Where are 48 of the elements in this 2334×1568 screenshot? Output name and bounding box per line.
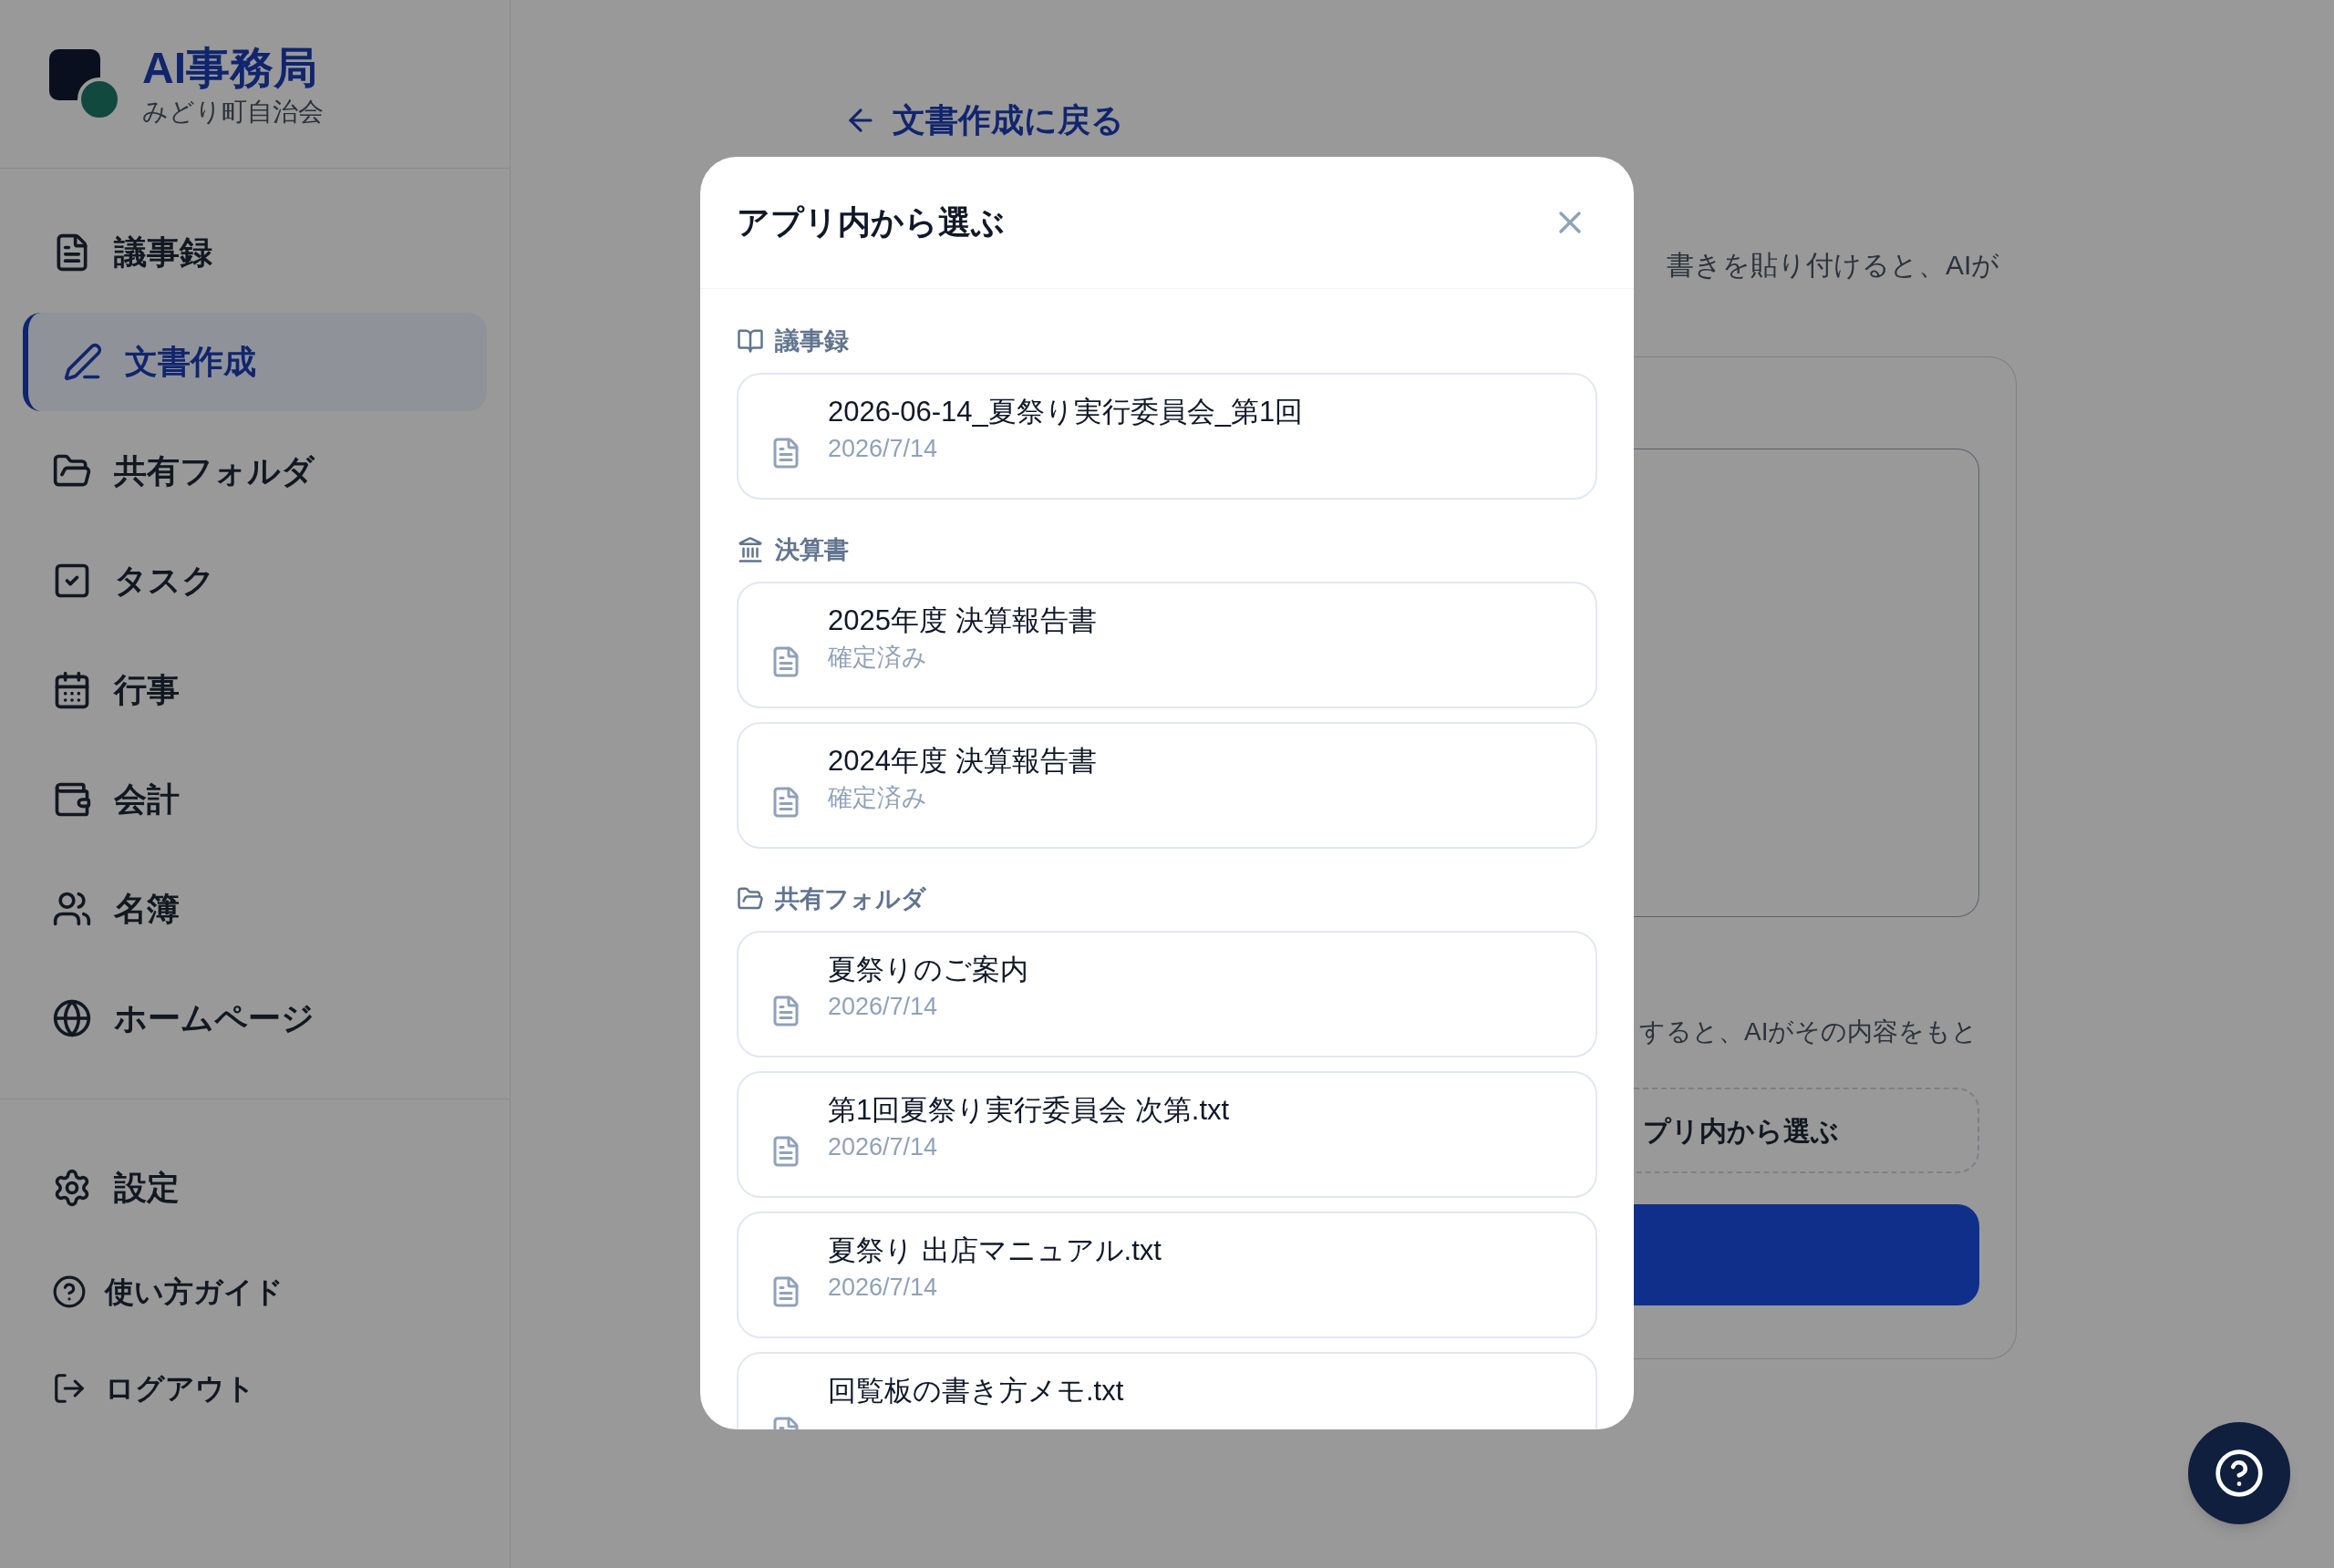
section-heading: 共有フォルダ [775, 883, 926, 914]
document-date: 2026/7/14 [828, 991, 939, 1022]
globe-icon [52, 998, 92, 1038]
sidebar-footer-item[interactable]: ログアウト [23, 1346, 487, 1431]
nav-item[interactable]: 行事 [23, 641, 487, 739]
upload-text: すると、AIがその内容をもと [1638, 1016, 1979, 1047]
document-item[interactable]: 夏祭り 出店マニュアル.txt 2026/7/14 [737, 1212, 1597, 1338]
sidebar-footer-item[interactable]: 設定 [23, 1138, 487, 1238]
section-heading: 議事録 [775, 325, 849, 356]
intro-text: 書きを貼り付けると、AIが [1666, 249, 2001, 282]
nav-item[interactable]: 文書作成 [23, 313, 487, 411]
document-title: 2025年度 決算報告書 [828, 603, 1097, 638]
sidebar-footer-item[interactable]: 使い方ガイド [23, 1249, 487, 1335]
document-title: 回覧板の書き方メモ.txt [828, 1374, 1124, 1408]
nav-item[interactable]: 名簿 [23, 860, 487, 958]
nav-item[interactable]: ホームページ [23, 969, 487, 1068]
document-date: 2026/7/14 [828, 1131, 939, 1162]
pen-icon [63, 342, 103, 382]
nav-item[interactable]: 共有フォルダ [23, 422, 487, 521]
document-date: 2026/7/14 [828, 433, 939, 464]
back-link[interactable]: 文書作成に戻る [843, 96, 1124, 145]
document-item[interactable]: 2025年度 決算報告書 確定済み [737, 582, 1597, 708]
document-title: 2024年度 決算報告書 [828, 744, 1097, 779]
logo-icon [47, 47, 120, 120]
nav-item[interactable]: タスク [23, 531, 487, 630]
help-icon [52, 1274, 87, 1309]
document-item[interactable]: 2026-06-14_夏祭り実行委員会_第1回 2026/7/14 [737, 373, 1597, 500]
logout-icon [52, 1371, 87, 1406]
document-item[interactable]: 第1回夏祭り実行委員会 次第.txt 2026/7/14 [737, 1071, 1597, 1198]
help-icon [2214, 1448, 2265, 1499]
modal-title: アプリ内から選ぶ [737, 202, 1005, 242]
brand-title: AI事務局 [142, 42, 318, 94]
book-icon [737, 327, 764, 355]
document-date: 2026/7/14 [828, 1272, 939, 1303]
document-title: 第1回夏祭り実行委員会 次第.txt [828, 1093, 1230, 1128]
document-item[interactable]: 2024年度 決算報告書 確定済み [737, 722, 1597, 849]
brand-subtitle: みどり町自治会 [142, 96, 324, 128]
section-heading: 決算書 [775, 534, 849, 565]
document-date: 確定済み [828, 642, 928, 673]
document-title: 2026-06-14_夏祭り実行委員会_第1回 [828, 395, 1304, 429]
document-item[interactable]: 回覧板の書き方メモ.txt [737, 1352, 1597, 1429]
nav-item[interactable]: 会計 [23, 750, 487, 849]
bank-icon [737, 536, 764, 563]
document-item[interactable]: 夏祭りのご案内 2026/7/14 [737, 931, 1597, 1057]
document-date: 確定済み [828, 782, 928, 813]
nav-item[interactable]: 議事録 [23, 203, 487, 302]
document-title: 夏祭りのご案内 [828, 953, 1028, 987]
document-title: 夏祭り 出店マニュアル.txt [828, 1233, 1162, 1268]
